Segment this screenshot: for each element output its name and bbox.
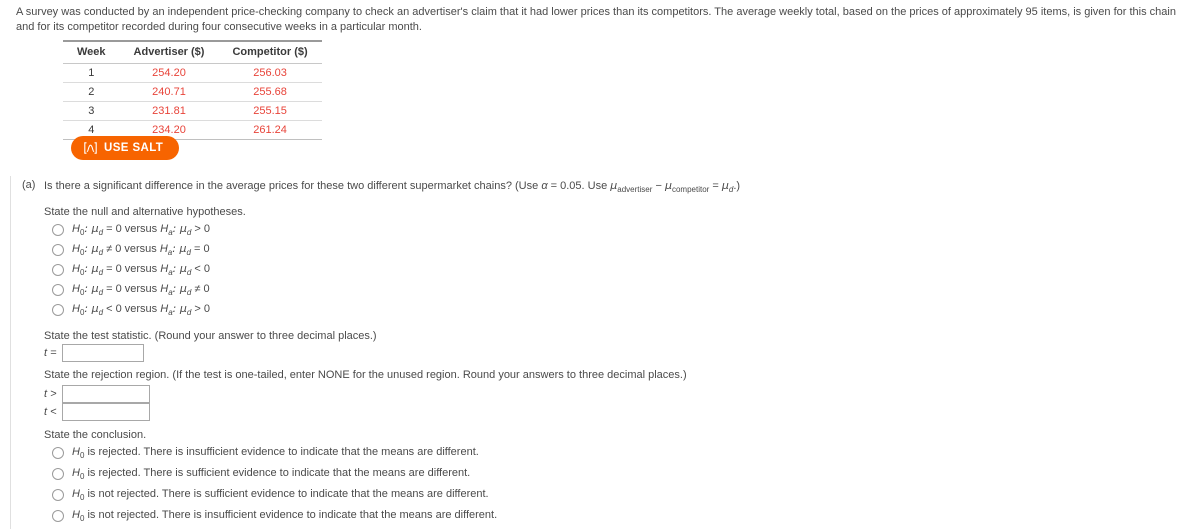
conclusion-heading: State the conclusion. <box>44 429 147 441</box>
conclusion-option-4-label: H0 is not rejected. There is insufficien… <box>72 509 498 524</box>
radio-button[interactable] <box>52 284 64 296</box>
rejection-less-input[interactable] <box>61 403 150 421</box>
conclusion-option-2-label: H0 is rejected. There is sufficient evid… <box>72 467 471 482</box>
cell-competitor: 261.24 <box>218 120 322 140</box>
part-a-question: Is there a significant difference in the… <box>44 179 740 194</box>
hypothesis-option-3-label: H0: μd = 0 versus Ha: μd < 0 <box>72 262 210 278</box>
radio-button[interactable] <box>52 224 64 236</box>
radio-button[interactable] <box>52 264 64 276</box>
column-header-week: Week <box>63 40 120 64</box>
use-salt-label: USE SALT <box>104 142 164 154</box>
conclusion-option-1-label: H0 is rejected. There is insufficient ev… <box>72 446 479 461</box>
cell-competitor: 255.15 <box>218 101 322 121</box>
question-text-post: .) <box>733 180 741 192</box>
radio-button[interactable] <box>52 510 64 522</box>
cell-advertiser: 240.71 <box>119 82 219 102</box>
radio-button[interactable] <box>52 244 64 256</box>
cell-advertiser: 231.81 <box>119 101 219 121</box>
hypothesis-option-4[interactable]: H0: μd = 0 versus Ha: μd ≠ 0 <box>52 281 210 301</box>
table-row: 1 254.20 256.03 <box>63 63 322 83</box>
hypothesis-option-1[interactable]: H0: μd = 0 versus Ha: μd > 0 <box>52 221 210 241</box>
hypothesis-option-5-label: H0: μd < 0 versus Ha: μd > 0 <box>72 302 210 318</box>
cell-competitor: 255.68 <box>218 82 322 102</box>
cell-advertiser: 254.20 <box>119 63 219 83</box>
alpha-value: = 0.05. Use <box>547 180 611 192</box>
test-statistic-row: t = <box>44 344 144 362</box>
conclusion-option-2[interactable]: H0 is rejected. There is sufficient evid… <box>52 465 497 486</box>
test-statistic-input[interactable] <box>61 344 144 362</box>
test-statistic-heading: State the test statistic. (Round your an… <box>44 330 377 342</box>
conclusion-options: H0 is rejected. There is insufficient ev… <box>52 444 497 528</box>
hypothesis-option-5[interactable]: H0: μd < 0 versus Ha: μd > 0 <box>52 301 210 321</box>
equals-sign: = <box>709 180 722 192</box>
rejection-greater-label: t > <box>44 388 57 400</box>
hypothesis-option-4-label: H0: μd = 0 versus Ha: μd ≠ 0 <box>72 282 210 298</box>
hypothesis-option-3[interactable]: H0: μd = 0 versus Ha: μd < 0 <box>52 261 210 281</box>
conclusion-option-3-label: H0 is not rejected. There is sufficient … <box>72 488 489 503</box>
mu-d: μ <box>721 179 729 192</box>
rejection-region-less-row: t < <box>44 403 150 421</box>
cell-week: 1 <box>63 63 120 83</box>
conclusion-option-1[interactable]: H0 is rejected. There is insufficient ev… <box>52 444 497 465</box>
radio-button[interactable] <box>52 468 64 480</box>
hypothesis-option-2[interactable]: H0: μd ≠ 0 versus Ha: μd = 0 <box>52 241 210 261</box>
mu-competitor: μ <box>664 179 672 192</box>
part-a-marker: (a) <box>22 179 36 191</box>
use-salt-button[interactable]: USE SALT <box>71 136 180 160</box>
question-page: A survey was conducted by an independent… <box>0 0 1200 529</box>
radio-button[interactable] <box>52 489 64 501</box>
problem-statement: A survey was conducted by an independent… <box>16 6 1176 33</box>
cell-week: 3 <box>63 101 120 121</box>
hypotheses-options: H0: μd = 0 versus Ha: μd > 0 H0: μd ≠ 0 … <box>52 221 210 321</box>
conclusion-option-3[interactable]: H0 is not rejected. There is sufficient … <box>52 486 497 507</box>
test-statistic-label: t = <box>44 347 57 359</box>
rejection-region-greater-row: t > <box>44 385 150 403</box>
rejection-greater-input[interactable] <box>61 385 150 403</box>
question-text-pre: Is there a significant difference in the… <box>44 180 542 192</box>
column-header-competitor: Competitor ($) <box>218 40 322 64</box>
mu-advertiser-subscript: advertiser <box>617 185 653 195</box>
minus-sign: − <box>652 180 665 192</box>
hypothesis-option-2-label: H0: μd ≠ 0 versus Ha: μd = 0 <box>72 242 210 258</box>
table-row: 2 240.71 255.68 <box>63 82 322 102</box>
price-data-table: Week Advertiser ($) Competitor ($) 1 254… <box>63 40 322 140</box>
left-divider-rule <box>10 176 11 529</box>
hypotheses-heading: State the null and alternative hypothese… <box>44 206 246 218</box>
table-row: 3 231.81 255.15 <box>63 101 322 121</box>
table-header-row: Week Advertiser ($) Competitor ($) <box>63 40 322 64</box>
mu-competitor-subscript: competitor <box>671 185 710 195</box>
data-table-container: Week Advertiser ($) Competitor ($) 1 254… <box>63 40 322 140</box>
column-header-advertiser: Advertiser ($) <box>119 40 219 64</box>
distribution-curve-icon <box>84 142 97 154</box>
rejection-region-heading: State the rejection region. (If the test… <box>44 369 687 381</box>
conclusion-option-4[interactable]: H0 is not rejected. There is insufficien… <box>52 507 497 528</box>
cell-week: 2 <box>63 82 120 102</box>
radio-button[interactable] <box>52 304 64 316</box>
radio-button[interactable] <box>52 447 64 459</box>
cell-competitor: 256.03 <box>218 63 322 83</box>
rejection-less-label: t < <box>44 406 57 418</box>
hypothesis-option-1-label: H0: μd = 0 versus Ha: μd > 0 <box>72 222 210 238</box>
